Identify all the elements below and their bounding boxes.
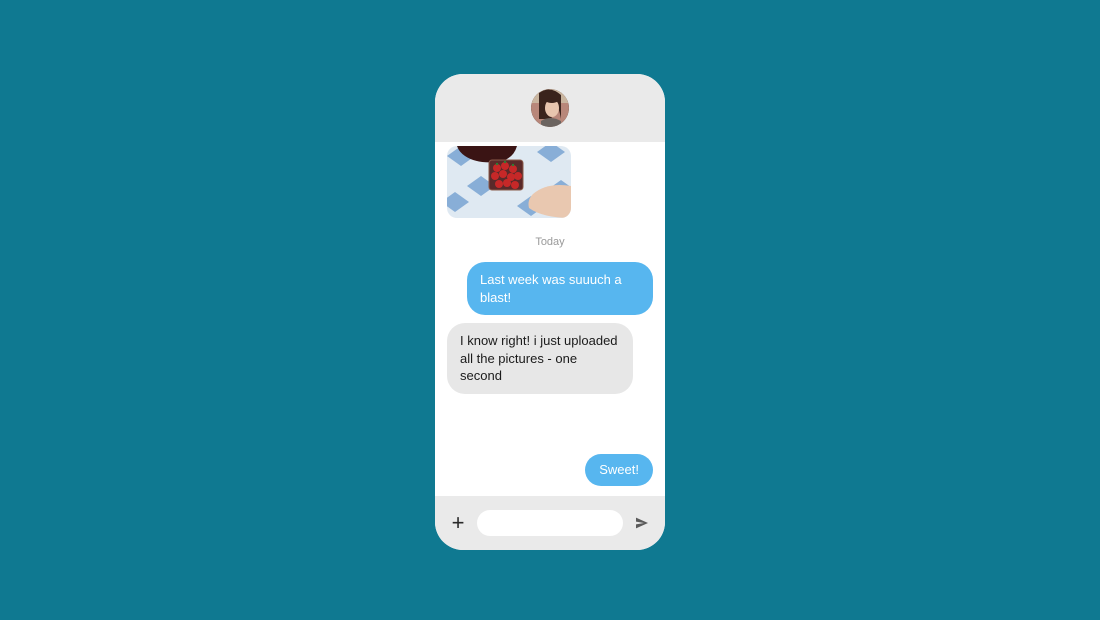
composer-bar: + <box>435 496 665 550</box>
messages-list[interactable]: Today Last week was suuuch a blast! I kn… <box>435 142 665 496</box>
message-bubble-sent[interactable]: Sweet! <box>585 454 653 486</box>
message-input[interactable] <box>477 510 623 536</box>
spacer <box>447 402 653 447</box>
contact-avatar[interactable] <box>531 89 569 127</box>
message-bubble-received[interactable]: I know right! i just uploaded all the pi… <box>447 323 633 394</box>
chat-header <box>435 74 665 142</box>
date-separator: Today <box>447 236 653 248</box>
send-icon <box>634 515 650 531</box>
message-bubble-sent[interactable]: Last week was suuuch a blast! <box>467 262 653 315</box>
phone-frame: Today Last week was suuuch a blast! I kn… <box>435 74 665 550</box>
message-text: I know right! i just uploaded all the pi… <box>460 333 618 383</box>
attach-button[interactable]: + <box>449 512 467 534</box>
message-text: Sweet! <box>599 462 639 477</box>
message-text: Last week was suuuch a blast! <box>480 272 622 305</box>
plus-icon: + <box>452 510 465 535</box>
image-message[interactable] <box>447 146 571 218</box>
send-button[interactable] <box>633 514 651 532</box>
